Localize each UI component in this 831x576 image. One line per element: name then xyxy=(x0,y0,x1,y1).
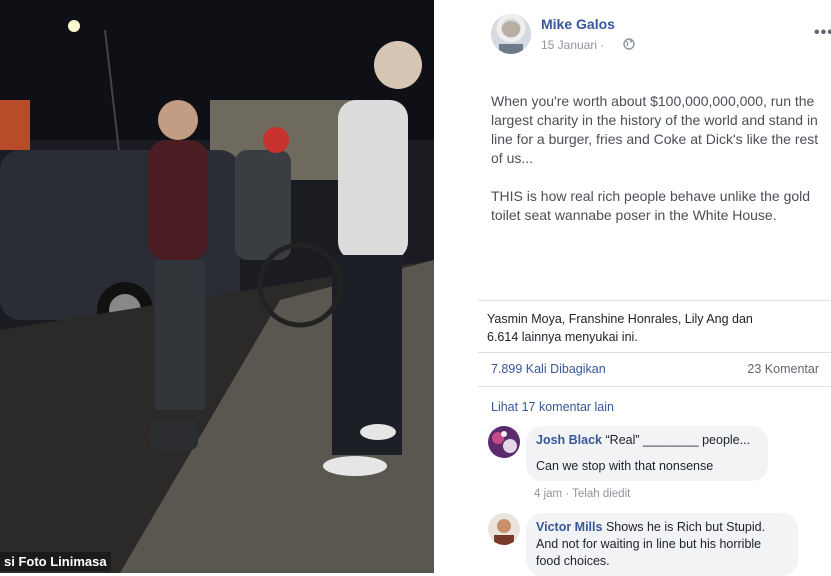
author-name[interactable]: Mike Galos xyxy=(541,16,615,32)
likes-summary[interactable]: Yasmin Moya, Franshine Honrales, Lily An… xyxy=(487,310,787,346)
post-paragraph: When you're worth about $100,000,000,000… xyxy=(491,93,819,166)
commenter-name[interactable]: Josh Black xyxy=(536,433,602,447)
comment-text: food choices. xyxy=(536,554,610,568)
post-header: Mike Galos 15 Januari · ••• xyxy=(491,12,831,56)
post-date-text[interactable]: 15 Januari xyxy=(541,38,597,52)
comment-text: Can we stop with that nonsense xyxy=(536,459,714,473)
divider xyxy=(478,386,831,387)
post-text: When you're worth about $100,000,000,000… xyxy=(491,92,821,244)
comments-count[interactable]: 23 Komentar xyxy=(747,362,819,376)
globe-icon xyxy=(623,38,635,50)
comment-bubble: Josh Black “Real” ________ people... Can… xyxy=(526,426,768,481)
post-date[interactable]: 15 Januari · xyxy=(541,38,604,52)
comment-meta: 4 jam · Telah diedit xyxy=(534,488,631,500)
comment-text: And not for waiting in line but his horr… xyxy=(536,537,762,551)
shares-count[interactable]: 7.899 Kali Dibagikan xyxy=(491,362,606,376)
commenter-avatar[interactable] xyxy=(488,426,520,458)
commenter-avatar[interactable] xyxy=(488,513,520,545)
post-sidebar: Mike Galos 15 Januari · ••• When you're … xyxy=(478,0,831,576)
comment-text: “Real” ________ people... xyxy=(605,433,751,447)
divider xyxy=(478,300,831,301)
post-paragraph: THIS is how real rich people behave unli… xyxy=(491,188,811,223)
photo-viewer[interactable]: si Foto Linimasa xyxy=(0,0,434,573)
expand-icon[interactable] xyxy=(442,8,460,26)
divider xyxy=(478,352,831,353)
commenter-name[interactable]: Victor Mills xyxy=(536,520,602,534)
more-options-icon[interactable]: ••• xyxy=(814,24,831,42)
photo-caption: si Foto Linimasa xyxy=(0,552,111,571)
author-avatar[interactable] xyxy=(491,14,531,54)
date-separator: · xyxy=(600,38,605,52)
chevron-right-icon[interactable] xyxy=(428,268,458,312)
post-photo xyxy=(0,0,434,573)
comment-text: Shows he is Rich but Stupid. xyxy=(605,520,766,534)
comment-bubble: Victor Mills Shows he is Rich but Stupid… xyxy=(526,513,798,576)
view-more-comments-link[interactable]: Lihat 17 komentar lain xyxy=(491,400,614,414)
